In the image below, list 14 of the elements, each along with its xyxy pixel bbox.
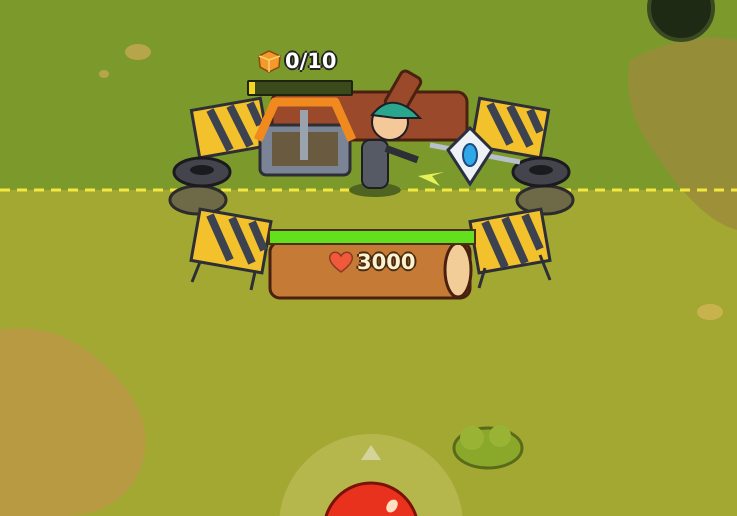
health-value: 3000 bbox=[357, 249, 416, 275]
up-arrow-icon bbox=[361, 445, 381, 460]
tire-stack bbox=[512, 156, 574, 216]
tire-stack bbox=[168, 156, 232, 216]
muzzle-flash bbox=[418, 172, 444, 186]
joystick-knob[interactable] bbox=[322, 482, 420, 516]
rock bbox=[125, 44, 151, 60]
bush bbox=[452, 425, 524, 470]
rock bbox=[99, 70, 109, 78]
resource-count: 0/10 bbox=[285, 48, 337, 74]
hole bbox=[647, 0, 715, 42]
crate-icon bbox=[256, 48, 282, 74]
rock bbox=[697, 304, 723, 320]
heart-icon bbox=[328, 250, 354, 274]
